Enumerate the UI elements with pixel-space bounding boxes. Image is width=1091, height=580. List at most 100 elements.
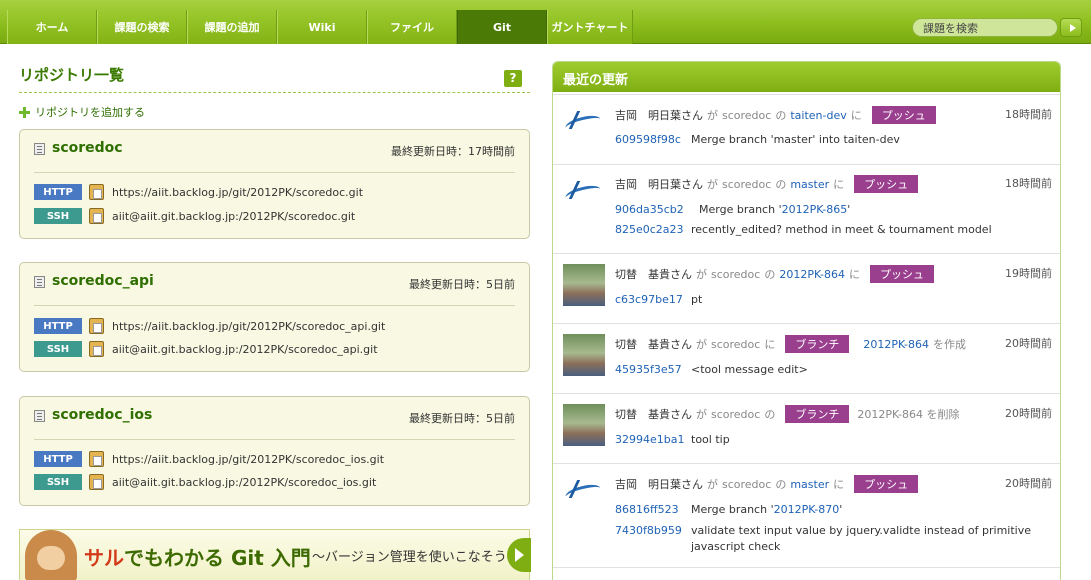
ssh-url[interactable]: aiit@aiit.git.backlog.jp:/2012PK/scoredo… (112, 343, 378, 356)
repo-updated: 最終更新日時：5日前 (409, 278, 515, 291)
commit-message: Merge branch '2012PK-870' (691, 503, 843, 516)
add-repository-link[interactable]: リポジトリを追加する (19, 104, 145, 120)
text-no: の (775, 478, 787, 491)
user-name[interactable]: 吉岡 明日葉さん (615, 476, 703, 492)
commit-message: pt (691, 293, 703, 306)
http-badge[interactable]: HTTP (34, 184, 82, 200)
repo-card: scoredoc 最終更新日時：17時間前 HTTP https://aiit.… (19, 129, 530, 239)
timestamp: 18時間前 (1005, 177, 1052, 190)
text-ga: が (696, 338, 707, 351)
ssh-badge[interactable]: SSH (34, 208, 82, 224)
ssh-badge[interactable]: SSH (34, 341, 82, 357)
tab-gantt[interactable]: ガントチャート (547, 10, 633, 44)
branch-link[interactable]: 2012PK-864 (779, 268, 845, 281)
commit-hash-link[interactable]: c63c97be17 (615, 293, 691, 309)
tab-git[interactable]: Git (457, 10, 547, 44)
activity-item: 切替 基貴さん が scoredoc の 2012PK-864 に プッシュ 1… (553, 253, 1060, 323)
monkey-icon (25, 530, 77, 580)
avatar[interactable] (563, 264, 605, 306)
push-badge: プッシュ (871, 106, 936, 124)
branch-link[interactable]: 2012PK-864 (863, 338, 929, 351)
clipboard-icon[interactable] (89, 184, 104, 200)
card-divider (34, 305, 515, 306)
issue-link[interactable]: 2012PK-870 (774, 503, 840, 516)
tab-files[interactable]: ファイル (367, 10, 457, 44)
branch-link[interactable]: taiten-dev (790, 109, 846, 122)
avatar[interactable] (563, 404, 605, 446)
branch-link[interactable]: master (790, 478, 829, 491)
text-no: の (764, 408, 776, 421)
http-url[interactable]: https://aiit.backlog.jp/git/2012PK/score… (112, 320, 385, 333)
text-ga: が (707, 178, 718, 191)
avatar[interactable] (563, 103, 605, 145)
text-ga: が (707, 478, 718, 491)
branch-badge: ブランチ (785, 335, 850, 353)
repo-updated: 最終更新日時：5日前 (409, 412, 515, 425)
commit-row-wrap: javascript check (691, 540, 780, 556)
repo-name[interactable]: scoredoc (711, 268, 760, 281)
repo-name[interactable]: scoredoc (711, 338, 760, 351)
repository-icon (34, 276, 45, 288)
commit-hash-link[interactable]: 906da35cb2 (615, 203, 691, 219)
tab-issue-add[interactable]: 課題の追加 (187, 10, 277, 44)
commit-hash-link[interactable]: 45935f3e57 (615, 363, 691, 379)
branch-link[interactable]: master (790, 178, 829, 191)
commit-row: 45935f3e57 <tool message edit> (615, 363, 808, 379)
clipboard-icon[interactable] (89, 208, 104, 224)
http-url[interactable]: https://aiit.backlog.jp/git/2012PK/score… (112, 453, 384, 466)
clipboard-icon[interactable] (89, 318, 104, 334)
repo-name[interactable]: scoredoc (711, 408, 760, 421)
ssh-badge[interactable]: SSH (34, 474, 82, 490)
tab-wiki[interactable]: Wiki (277, 10, 367, 44)
clipboard-icon[interactable] (89, 451, 104, 467)
ssh-url[interactable]: aiit@aiit.git.backlog.jp:/2012PK/scoredo… (112, 210, 355, 223)
text-no: の (775, 178, 787, 191)
http-badge[interactable]: HTTP (34, 318, 82, 334)
arrow-right-icon[interactable] (507, 538, 531, 572)
user-name[interactable]: 吉岡 明日葉さん (615, 176, 703, 192)
timestamp: 18時間前 (1005, 108, 1052, 121)
avatar[interactable] (563, 472, 605, 514)
timestamp: 20時間前 (1005, 337, 1052, 350)
clipboard-icon[interactable] (89, 341, 104, 357)
add-repository-label: リポジトリを追加する (35, 106, 145, 119)
help-icon[interactable]: ? (504, 70, 522, 87)
user-name[interactable]: 切替 基貴さん (615, 406, 692, 422)
tab-issue-search[interactable]: 課題の検索 (97, 10, 187, 44)
git-guide-banner[interactable]: サルでもわかる Git 入門 〜バージョン管理を使いこなそう〜 (19, 529, 531, 580)
repo-name-link[interactable]: scoredoc (52, 140, 123, 156)
commit-hash-link[interactable]: 86816ff523 (615, 503, 691, 519)
avatar[interactable] (563, 173, 605, 215)
clipboard-icon[interactable] (89, 474, 104, 490)
issue-link[interactable]: 2012PK-865 (782, 203, 848, 216)
commit-message: Merge branch 'master' into taiten-dev (691, 133, 900, 146)
http-badge[interactable]: HTTP (34, 451, 82, 467)
activity-item: 切替 基貴さん が scoredoc の ブランチ 2012PK-864 を削除… (553, 393, 1060, 463)
commit-hash-link[interactable]: 32994e1ba1 (615, 433, 691, 449)
repository-icon (34, 410, 45, 422)
ssh-url[interactable]: aiit@aiit.git.backlog.jp:/2012PK/scoredo… (112, 476, 376, 489)
text-no: の (764, 268, 776, 281)
avatar[interactable] (563, 334, 605, 376)
activity-item: 吉岡 明日葉さん が scoredoc の master に プッシュ 18時間… (553, 164, 1060, 253)
repo-name[interactable]: scoredoc (722, 109, 771, 122)
search-input[interactable]: 課題を検索 (912, 18, 1058, 37)
branch-badge: ブランチ (785, 405, 850, 423)
card-divider (34, 439, 515, 440)
repo-name-link[interactable]: scoredoc_api (52, 273, 154, 289)
user-name[interactable]: 切替 基貴さん (615, 266, 692, 282)
text-created: を作成 (932, 338, 966, 351)
tab-home[interactable]: ホーム (7, 10, 97, 44)
search-button[interactable] (1060, 18, 1082, 37)
http-url[interactable]: https://aiit.backlog.jp/git/2012PK/score… (112, 186, 363, 199)
repo-name[interactable]: scoredoc (722, 178, 771, 191)
commit-hash-link[interactable]: 7430f8b959 (615, 524, 691, 540)
user-name[interactable]: 切替 基貴さん (615, 336, 692, 352)
commit-row: 825e0c2a23 recently_edited? method in me… (615, 223, 992, 239)
user-name[interactable]: 吉岡 明日葉さん (615, 107, 703, 123)
commit-hash-link[interactable]: 609598f98c (615, 133, 691, 149)
repo-name-link[interactable]: scoredoc_ios (52, 407, 152, 423)
commit-hash-link[interactable]: 825e0c2a23 (615, 223, 691, 239)
repo-name[interactable]: scoredoc (722, 478, 771, 491)
ssh-url-row: SSH aiit@aiit.git.backlog.jp:/2012PK/sco… (34, 473, 376, 491)
